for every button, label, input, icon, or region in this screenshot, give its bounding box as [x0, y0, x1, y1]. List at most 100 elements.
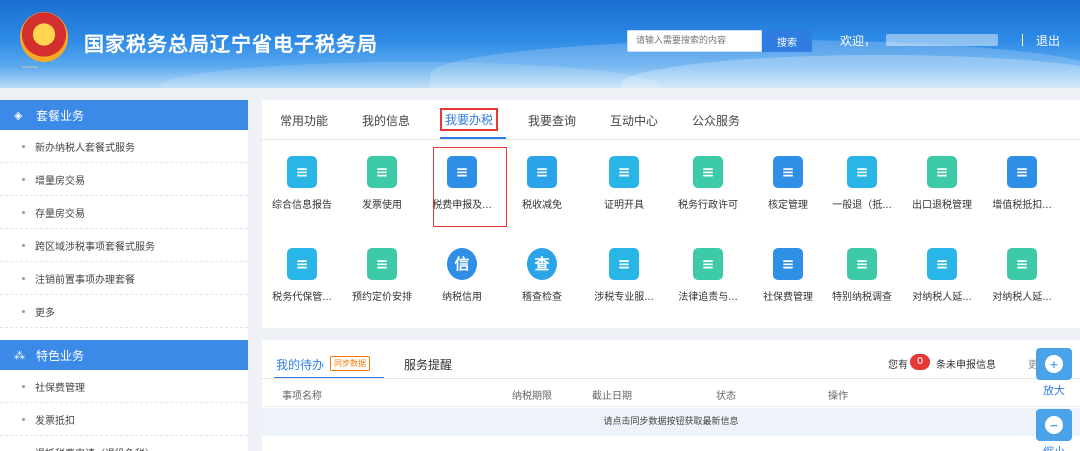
- service-label: 综合信息报告: [272, 200, 332, 211]
- zoom-out-button[interactable]: −: [1036, 409, 1072, 441]
- service-item[interactable]: ≡ 法律追责与...: [672, 248, 744, 314]
- verify-icon: ≡: [773, 156, 803, 188]
- sidebar-item[interactable]: 发票抵扣: [0, 403, 248, 436]
- service-item[interactable]: ≡ 社保费管理: [752, 248, 824, 314]
- service-label: 社保费管理: [763, 292, 813, 303]
- sync-data-button[interactable]: 同步数据: [330, 356, 370, 371]
- certificate-icon: ≡: [609, 156, 639, 188]
- zoom-out-icon: −: [1045, 416, 1063, 434]
- sidebar-item-more[interactable]: 更多: [0, 295, 248, 328]
- service-label: 特别纳税调查: [832, 292, 892, 303]
- service-panel: 常用功能 我的信息 我要办税 我要查询 互动中心 公众服务 ≡ 综合信息报告 ≡ 发票…: [262, 100, 1080, 328]
- service-label: 法律追责与...: [678, 292, 738, 303]
- tab-pending[interactable]: 我的待办: [276, 356, 324, 373]
- service-item[interactable]: ≡ 发票使用: [346, 156, 418, 222]
- todo-panel: 我的待办 同步数据 服务提醒 您有 0 条未申报信息 更 事项名称 纳税期限 截…: [262, 340, 1080, 451]
- header-divider: [1022, 34, 1023, 46]
- service-item[interactable]: ≡ 对纳税人延...: [906, 248, 978, 314]
- info-report-icon: ≡: [287, 156, 317, 188]
- site-header: 〰〰 国家税务总局辽宁省电子税务局 搜索 欢迎， 退出: [0, 0, 1080, 88]
- professional-icon: ≡: [609, 248, 639, 280]
- notice-suffix: 条未申报信息: [936, 360, 996, 371]
- vat-deduct-icon: ≡: [1007, 156, 1037, 188]
- tax-emblem-icon: [20, 12, 68, 62]
- service-item[interactable]: ≡ 出口退税管理: [906, 156, 978, 222]
- tab-tax-handling[interactable]: 我要办税: [440, 108, 499, 131]
- service-item[interactable]: ≡ 涉税专业服...: [588, 248, 660, 314]
- export-refund-icon: ≡: [927, 156, 957, 188]
- active-tab-indicator: [440, 137, 506, 139]
- sidebar-item[interactable]: 注销前置事项办理套餐: [0, 262, 248, 295]
- zoom-in-icon: +: [1045, 355, 1063, 373]
- special-tax-icon: ≡: [847, 248, 877, 280]
- service-item[interactable]: ≡ 税务行政许可: [672, 156, 744, 222]
- site-title: 国家税务总局辽宁省电子税务局: [84, 32, 378, 56]
- sidebar: ◈ 套餐业务 新办纳税人套餐式服务 增量房交易 存量房交易 跨区域涉税事项套餐式…: [0, 100, 248, 451]
- zoom-in-button[interactable]: +: [1036, 348, 1072, 380]
- service-item[interactable]: ≡ 对纳税人延...: [986, 248, 1058, 314]
- zoom-out-label: 缩小: [1035, 443, 1073, 451]
- service-item[interactable]: ≡ 证明开具: [588, 156, 660, 222]
- layers-icon: ◈: [14, 108, 23, 122]
- sidebar-group-special[interactable]: ⁂ 特色业务: [0, 340, 248, 370]
- service-item[interactable]: ≡ 税务代保管...: [266, 248, 338, 314]
- service-label: 证明开具: [604, 200, 644, 211]
- tab-common[interactable]: 常用功能: [280, 112, 328, 129]
- grid-icon: ⁂: [14, 348, 25, 362]
- zoom-out-control[interactable]: − 缩小: [1035, 409, 1073, 451]
- sync-message: 请点击同步数据按钮获取最新信息: [262, 408, 1080, 436]
- column-header: 状态: [716, 391, 736, 402]
- service-item[interactable]: ≡ 特别纳税调查: [826, 248, 898, 314]
- service-item[interactable]: ≡ 税收减免: [506, 156, 578, 222]
- service-label: 对纳税人延...: [912, 292, 972, 303]
- search-input[interactable]: [627, 30, 762, 52]
- sidebar-item[interactable]: 新办纳税人套餐式服务: [0, 130, 248, 163]
- sidebar-item[interactable]: 退抵税费申请（退役免税）: [0, 436, 248, 451]
- service-label: 预约定价安排: [352, 292, 412, 303]
- service-label: 涉税专业服...: [594, 292, 654, 303]
- user-name-redacted: [886, 34, 998, 46]
- service-item[interactable]: ≡ 核定管理: [752, 156, 824, 222]
- sidebar-item[interactable]: 社保费管理: [0, 370, 248, 403]
- logout-link[interactable]: 退出: [1036, 32, 1060, 49]
- tab-public-service[interactable]: 公众服务: [692, 112, 740, 129]
- tab-interaction[interactable]: 互动中心: [610, 112, 658, 129]
- tab-my-info[interactable]: 我的信息: [362, 112, 410, 129]
- zoom-in-control[interactable]: + 放大: [1035, 348, 1073, 398]
- zoom-in-label: 放大: [1043, 384, 1065, 397]
- search-button[interactable]: 搜索: [762, 30, 812, 52]
- extension-icon: ≡: [927, 248, 957, 280]
- sidebar-item[interactable]: 存量房交易: [0, 196, 248, 229]
- sidebar-item[interactable]: 跨区域涉税事项套餐式服务: [0, 229, 248, 262]
- invoice-icon: ≡: [367, 156, 397, 188]
- tab-reminder[interactable]: 服务提醒: [404, 356, 452, 373]
- notice-prefix: 您有: [888, 360, 908, 371]
- unread-count-badge[interactable]: 0: [910, 354, 930, 370]
- license-icon: ≡: [693, 156, 723, 188]
- sidebar-group-title: 套餐业务: [36, 108, 85, 123]
- custody-icon: ≡: [287, 248, 317, 280]
- service-label: 对纳税人延...: [992, 292, 1052, 303]
- highlight-box: [433, 147, 507, 227]
- extension2-icon: ≡: [1007, 248, 1037, 280]
- service-item[interactable]: ≡ 增值税抵扣...: [986, 156, 1058, 222]
- service-item[interactable]: 信纳税信用: [426, 248, 498, 314]
- tab-query[interactable]: 我要查询: [528, 112, 576, 129]
- sidebar-item[interactable]: 增量房交易: [0, 163, 248, 196]
- sidebar-group-package[interactable]: ◈ 套餐业务: [0, 100, 248, 130]
- social-security-icon: ≡: [773, 248, 803, 280]
- sidebar-group-title: 特色业务: [36, 348, 85, 363]
- emblem-script: 〰〰: [22, 63, 38, 72]
- service-label: 出口退税管理: [912, 200, 972, 211]
- service-label: 稽查检查: [522, 292, 562, 303]
- service-item[interactable]: ≡ 综合信息报告: [266, 156, 338, 222]
- pricing-icon: ≡: [367, 248, 397, 280]
- column-header: 截止日期: [592, 391, 632, 402]
- service-item[interactable]: ≡ 预约定价安排: [346, 248, 418, 314]
- service-item[interactable]: ≡ 一般退（抵...: [826, 156, 898, 222]
- service-label: 增值税抵扣...: [992, 200, 1052, 211]
- table-header: 事项名称 纳税期限 截止日期 状态 操作: [262, 379, 1080, 407]
- service-item[interactable]: 查稽查检查: [506, 248, 578, 314]
- column-header: 事项名称: [282, 391, 322, 402]
- service-label: 税务行政许可: [678, 200, 738, 211]
